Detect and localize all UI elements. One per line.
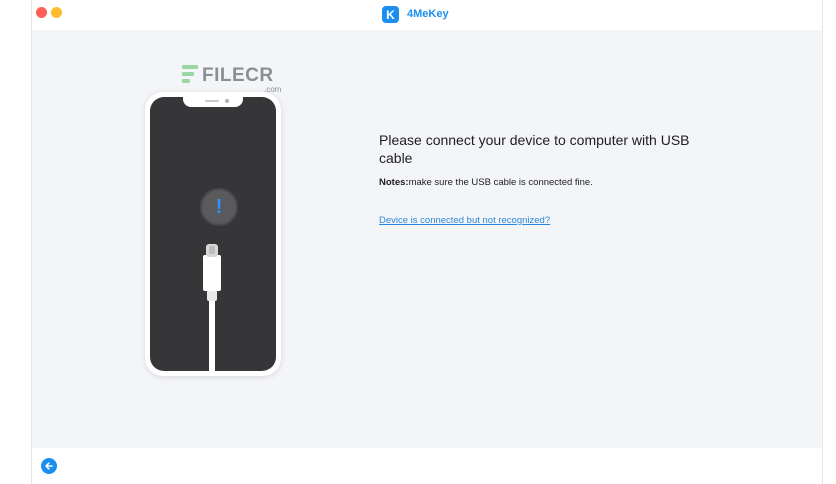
watermark-logo-icon — [182, 65, 198, 85]
phone-screen: ! — [150, 97, 276, 371]
app-logo-letter: K — [386, 7, 395, 22]
app-window: K 4MeKey FILECR .com ! Please connect yo… — [0, 0, 836, 484]
notes-text: Notes:make sure the USB cable is connect… — [379, 177, 593, 188]
phone-illustration: ! — [145, 92, 281, 376]
window-border-left — [31, 0, 32, 484]
device-not-recognized-link[interactable]: Device is connected but not recognized? — [379, 215, 550, 226]
usb-cable-icon — [203, 244, 221, 371]
app-logo-icon: K — [382, 6, 399, 23]
window-border-right — [822, 0, 823, 484]
title-bar: K 4MeKey — [0, 0, 836, 30]
connect-instruction-heading: Please connect your device to computer w… — [379, 132, 690, 166]
notes-body: make sure the USB cable is connected fin… — [408, 177, 593, 188]
back-button[interactable] — [41, 458, 57, 474]
close-window-button[interactable] — [36, 7, 47, 18]
arrow-left-icon — [45, 462, 53, 470]
watermark-text: FILECR — [202, 65, 274, 86]
app-title: 4MeKey — [407, 8, 449, 20]
footer-bar — [32, 448, 822, 484]
minimize-window-button[interactable] — [51, 7, 62, 18]
notes-label: Notes: — [379, 177, 409, 188]
